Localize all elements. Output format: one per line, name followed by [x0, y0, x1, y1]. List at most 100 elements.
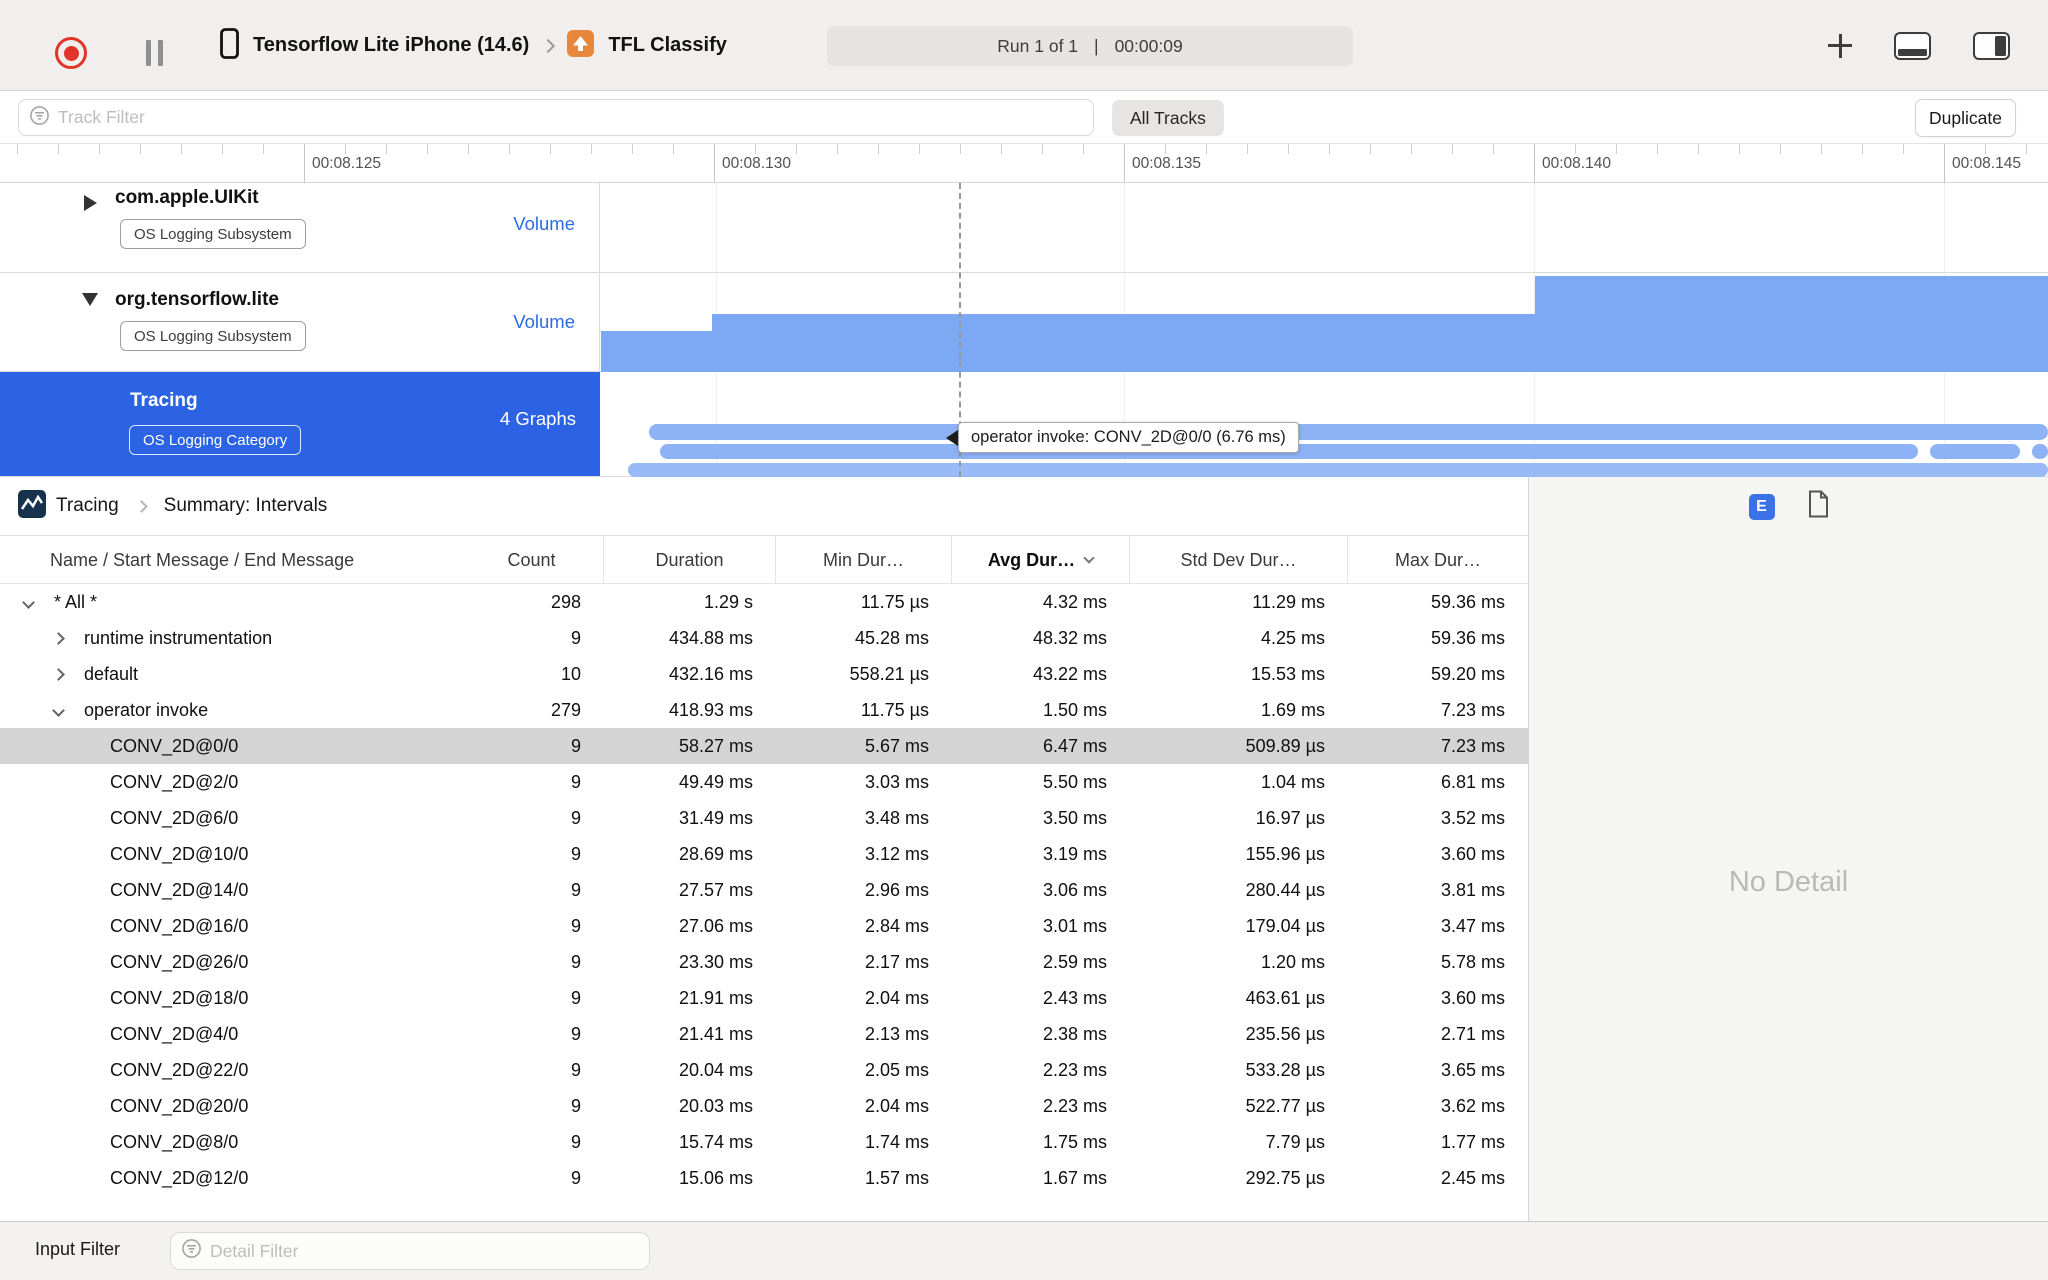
interval-lane: [1930, 444, 2020, 459]
table-header: Name / Start Message / End Message Count…: [0, 536, 1528, 584]
track-name: com.apple.UIKit: [115, 187, 259, 208]
track-filter-field[interactable]: [18, 99, 1094, 136]
track-meta-label: 4 Graphs: [499, 408, 576, 429]
disclosure-triangle-icon[interactable]: [82, 293, 98, 306]
row-disclosure-icon[interactable]: [52, 703, 84, 717]
column-header-max-dur[interactable]: Max Dur…: [1348, 536, 1528, 584]
table-row[interactable]: default 10 432.16 ms 558.21 µs 43.22 ms …: [0, 656, 1528, 692]
table-row[interactable]: CONV_2D@14/0 9 27.57 ms 2.96 ms 3.06 ms …: [0, 872, 1528, 908]
row-min-duration: 1.57 ms: [864, 1167, 929, 1188]
row-max-duration: 7.23 ms: [1440, 735, 1505, 756]
detail-filter-input[interactable]: [210, 1240, 639, 1262]
row-name: CONV_2D@8/0: [110, 1131, 239, 1152]
table-row[interactable]: * All * 298 1.29 s 11.75 µs 4.32 ms 11.2…: [0, 584, 1528, 620]
record-button[interactable]: [55, 37, 87, 69]
row-max-duration: 3.65 ms: [1440, 1059, 1505, 1080]
row-disclosure-icon[interactable]: [52, 667, 84, 681]
row-avg-duration: 43.22 ms: [1032, 663, 1107, 684]
row-name: default: [84, 663, 139, 684]
pause-button[interactable]: [146, 40, 163, 66]
row-disclosure-icon[interactable]: [52, 631, 84, 645]
all-tracks-button[interactable]: All Tracks: [1112, 100, 1224, 136]
track-filter-bar: All Tracks Duplicate: [0, 91, 2048, 144]
row-min-duration: 3.12 ms: [864, 843, 929, 864]
row-min-duration: 45.28 ms: [854, 627, 929, 648]
column-header-avg-dur[interactable]: Avg Dur…: [952, 536, 1130, 584]
table-row[interactable]: CONV_2D@12/0 9 15.06 ms 1.57 ms 1.67 ms …: [0, 1160, 1528, 1196]
row-name: CONV_2D@14/0: [110, 879, 249, 900]
timeline-ruler[interactable]: 00:08.125 00:08.130 00:08.135 00:08.140 00:0…: [0, 144, 2048, 183]
track-filter-input[interactable]: [58, 107, 1083, 128]
row-max-duration: 6.81 ms: [1440, 771, 1505, 792]
row-std-dev-duration: 292.75 µs: [1245, 1167, 1325, 1188]
volume-chart-segment: [712, 314, 1535, 372]
column-header-min-dur[interactable]: Min Dur…: [776, 536, 952, 584]
row-disclosure-icon[interactable]: [22, 595, 54, 609]
app-selector[interactable]: TFL Classify: [608, 34, 727, 57]
row-max-duration: 5.78 ms: [1440, 951, 1505, 972]
table-row[interactable]: CONV_2D@0/0 9 58.27 ms 5.67 ms 6.47 ms 5…: [0, 728, 1528, 764]
row-count: 9: [570, 987, 581, 1008]
input-filter-selector[interactable]: Input Filter: [35, 1239, 120, 1260]
row-avg-duration: 5.50 ms: [1042, 771, 1107, 792]
row-name: runtime instrumentation: [84, 627, 273, 648]
table-row[interactable]: CONV_2D@10/0 9 28.69 ms 3.12 ms 3.19 ms …: [0, 836, 1528, 872]
device-selector[interactable]: Tensorflow Lite iPhone (14.6): [253, 34, 529, 57]
track-badge: OS Logging Subsystem: [120, 219, 306, 249]
table-row[interactable]: CONV_2D@16/0 9 27.06 ms 2.84 ms 3.01 ms …: [0, 908, 1528, 944]
table-row[interactable]: CONV_2D@22/0 9 20.04 ms 2.05 ms 2.23 ms …: [0, 1052, 1528, 1088]
row-avg-duration: 3.50 ms: [1042, 807, 1107, 828]
row-name: * All *: [54, 591, 98, 612]
extended-detail-button[interactable]: E: [1748, 493, 1775, 520]
detail-filter-field[interactable]: [170, 1232, 650, 1270]
row-duration: 27.06 ms: [678, 915, 753, 936]
row-max-duration: 2.45 ms: [1440, 1167, 1505, 1188]
row-duration: 20.03 ms: [678, 1095, 753, 1116]
row-count: 279: [550, 699, 581, 720]
right-pane-icon: [1995, 35, 2006, 56]
breadcrumb: Tracing Summary: Intervals: [0, 477, 1528, 536]
table-row[interactable]: CONV_2D@18/0 9 21.91 ms 2.04 ms 2.43 ms …: [0, 980, 1528, 1016]
row-duration: 1.29 s: [703, 591, 753, 612]
table-row[interactable]: CONV_2D@2/0 9 49.49 ms 3.03 ms 5.50 ms 1…: [0, 764, 1528, 800]
column-header-std-dev-dur[interactable]: Std Dev Dur…: [1130, 536, 1348, 584]
track-label-selected: Tracing OS Logging Category 4 Graphs: [0, 372, 600, 476]
table-row[interactable]: CONV_2D@8/0 9 15.74 ms 1.74 ms 1.75 ms 7…: [0, 1124, 1528, 1160]
toggle-bottom-pane-button[interactable]: [1894, 31, 1931, 60]
elapsed-time: 00:00:09: [1114, 35, 1183, 56]
no-detail-message: No Detail: [1728, 866, 1849, 898]
row-duration: 15.74 ms: [678, 1131, 753, 1152]
row-avg-duration: 2.59 ms: [1042, 951, 1107, 972]
table-row[interactable]: operator invoke 279 418.93 ms 11.75 µs 1…: [0, 692, 1528, 728]
row-duration: 432.16 ms: [668, 663, 753, 684]
track-com-apple-uikit[interactable]: com.apple.UIKit OS Logging Subsystem Vol…: [0, 183, 2048, 273]
table-row[interactable]: CONV_2D@6/0 9 31.49 ms 3.48 ms 3.50 ms 1…: [0, 800, 1528, 836]
table-row[interactable]: CONV_2D@26/0 9 23.30 ms 2.17 ms 2.59 ms …: [0, 944, 1528, 980]
column-header-count[interactable]: Count: [460, 536, 604, 584]
duplicate-button[interactable]: Duplicate: [1915, 99, 2016, 137]
row-avg-duration: 48.32 ms: [1032, 627, 1107, 648]
track-label: org.tensorflow.lite OS Logging Subsystem…: [0, 273, 600, 371]
table-row[interactable]: runtime instrumentation 9 434.88 ms 45.2…: [0, 620, 1528, 656]
run-status: Run 1 of 1 | 00:00:09: [827, 26, 1353, 66]
breadcrumb-item-summary[interactable]: Summary: Intervals: [164, 495, 328, 517]
volume-chart-segment: [601, 331, 712, 372]
row-min-duration: 2.96 ms: [864, 879, 929, 900]
column-header-duration[interactable]: Duration: [604, 536, 776, 584]
breadcrumb-item-tracing[interactable]: Tracing: [56, 495, 119, 517]
table-row[interactable]: CONV_2D@20/0 9 20.03 ms 2.04 ms 2.23 ms …: [0, 1088, 1528, 1124]
add-instrument-button[interactable]: [1828, 33, 1852, 58]
row-min-duration: 1.74 ms: [864, 1131, 929, 1152]
column-header-name[interactable]: Name / Start Message / End Message: [0, 536, 460, 584]
row-duration: 15.06 ms: [678, 1167, 753, 1188]
tracks-area: com.apple.UIKit OS Logging Subsystem Vol…: [0, 183, 2048, 477]
run-separator: |: [1094, 35, 1099, 56]
track-name: Tracing: [130, 390, 198, 411]
disclosure-triangle-icon[interactable]: [84, 195, 97, 211]
table-row[interactable]: CONV_2D@4/0 9 21.41 ms 2.13 ms 2.38 ms 2…: [0, 1016, 1528, 1052]
plus-icon: [1828, 33, 1852, 58]
toggle-right-pane-button[interactable]: [1973, 31, 2010, 60]
document-icon[interactable]: [1807, 490, 1829, 523]
row-count: 9: [570, 1167, 581, 1188]
ruler-timestamp: 00:08.130: [722, 155, 791, 172]
